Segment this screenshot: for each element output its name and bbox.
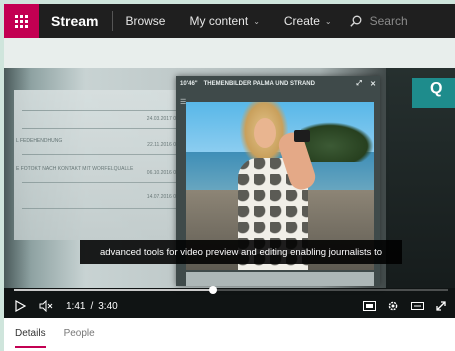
nav-my-content[interactable]: My content ⌄ [177,14,271,28]
tab-people[interactable]: People [64,318,95,351]
chevron-down-icon: ⌄ [324,16,332,26]
play-icon [14,300,26,312]
inner-window-duration: 10'46" [180,81,198,87]
app-launcher-button[interactable] [4,4,39,38]
fullscreen-icon [436,301,446,311]
doc-text: E FOTOKT NACH KONTAKT MIT WORFELQUALLE [16,166,134,172]
fullscreen-button[interactable] [433,294,449,318]
theater-mode-icon [410,302,424,310]
video-top-strip [4,38,455,68]
theater-mode-button[interactable] [409,294,425,318]
search-icon[interactable] [349,15,362,27]
nav-my-content-label: My content [189,14,249,28]
gear-icon [388,301,398,311]
current-time: 1:41 [66,300,86,312]
time-separator: / [90,300,94,312]
nav-browse[interactable]: Browse [113,14,177,28]
doc-date: 24.03.2017 0 [146,116,176,122]
inner-window-footer [186,272,374,286]
seek-bar-progress [14,289,214,291]
seek-bar[interactable] [14,286,448,294]
expand-icon: ⤢ [356,80,363,87]
video-player[interactable]: 24.03.2017 0 L FEDEHENDHUNG 22.11.2016 0… [4,38,455,318]
doc-date: 06.10.2016 0 [146,170,176,176]
inner-window-title: THEMENBILDER PALMA UND STRAND [203,81,315,87]
nav-create-label: Create [283,14,320,28]
top-navigation-bar: Stream Browse My content ⌄ Create ⌄ [4,4,455,38]
captions-button[interactable] [361,294,377,318]
doc-date: 22.11.2016 0 [147,142,176,148]
doc-date: 14.07.2016 0 [146,194,176,200]
nav-create[interactable]: Create ⌄ [272,14,344,28]
seek-bar-handle[interactable] [209,286,218,294]
inner-window-title-bar: 10'46" THEMENBILDER PALMA UND STRAND ⤢ ✕ [176,76,380,92]
mute-button[interactable] [36,294,56,318]
nav-browse-label: Browse [125,14,166,28]
brand-name[interactable]: Stream [39,13,112,29]
player-controls: 1:41 / 3:40 [4,294,455,318]
doc-text: L FEDEHENDHUNG [16,138,63,144]
detail-tabs: Details People [4,318,455,351]
close-icon: ✕ [370,81,376,88]
play-button[interactable] [4,294,36,318]
chevron-down-icon: ⌄ [253,16,260,26]
total-time: 3:40 [98,300,118,312]
search-input[interactable] [369,14,450,28]
waffle-icon [15,14,28,28]
muted-speaker-icon [39,300,53,312]
subtitle-caption: advanced tools for video preview and edi… [80,240,402,264]
settings-button[interactable] [385,294,401,318]
captions-icon [362,301,376,311]
search-box [349,14,450,28]
tab-details[interactable]: Details [15,318,46,351]
time-display: 1:41 / 3:40 [66,301,118,312]
stream-window: Stream Browse My content ⌄ Create ⌄ 24.0… [4,4,455,351]
search-icon: Q [430,80,443,97]
